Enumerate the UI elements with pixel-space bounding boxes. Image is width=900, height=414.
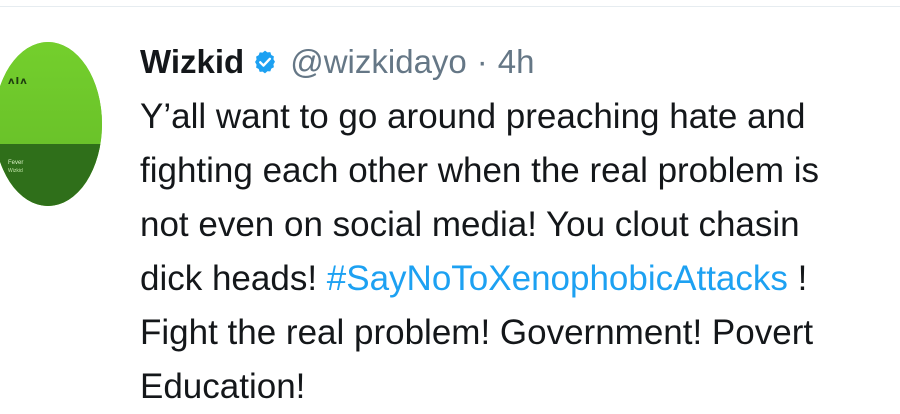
- tweet-line-4-before: dick heads!: [140, 259, 327, 298]
- tweet-line-2: fighting each other when the real proble…: [140, 151, 820, 190]
- author-handle[interactable]: @wizkidayo: [290, 43, 467, 81]
- avatar-logo-text: ᴧIᴧ: [8, 76, 28, 87]
- avatar-album-title: Fever: [8, 160, 24, 166]
- author-name[interactable]: Wizkid: [140, 43, 244, 81]
- tweet-line-4-after: !: [787, 259, 808, 298]
- tweet-line-4: dick heads! #SayNoToXenophobicAttacks !: [140, 252, 900, 306]
- avatar-album-bar: [0, 144, 102, 206]
- header-separator: ·: [476, 43, 488, 80]
- top-divider: [0, 6, 900, 7]
- avatar[interactable]: ᴧIᴧ Fever Wizkid: [0, 42, 102, 206]
- tweet-body: Y’all want to go around preaching hate a…: [140, 90, 900, 414]
- tweet-line-3: not even on social media! You clout chas…: [140, 205, 800, 244]
- avatar-album-sub: Wizkid: [8, 168, 23, 174]
- tweet-header: Wizkid @wizkidayo · 4h: [140, 40, 535, 84]
- tweet-timestamp[interactable]: 4h: [498, 43, 535, 81]
- verified-badge-icon: [252, 49, 278, 75]
- tweet-line-1: Y’all want to go around preaching hate a…: [140, 97, 806, 136]
- tweet-line-5: Fight the real problem! Government! Pove…: [140, 313, 814, 352]
- avatar-image: ᴧIᴧ Fever Wizkid: [0, 42, 102, 206]
- tweet-line-6: Education!: [140, 367, 306, 406]
- hashtag-link[interactable]: #SayNoToXenophobicAttacks: [327, 259, 788, 298]
